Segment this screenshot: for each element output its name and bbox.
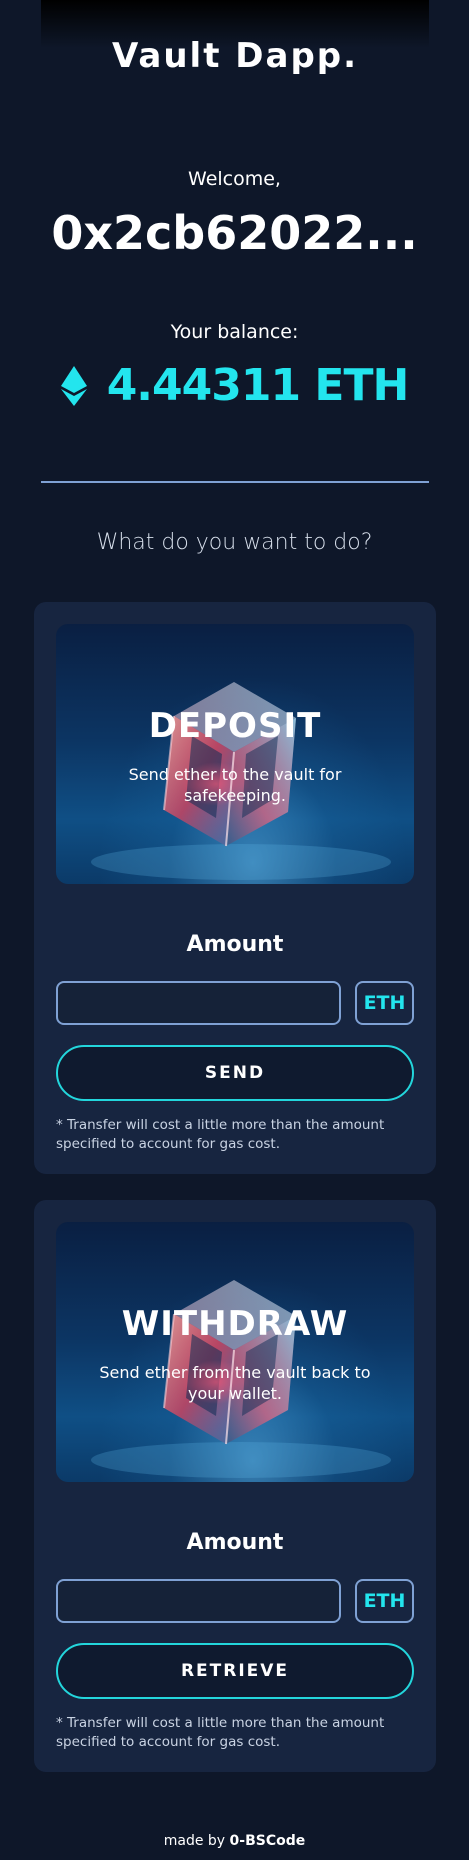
glass-cube-image xyxy=(91,1280,391,1478)
withdraw-card: WITHDRAW Send ether from the vault back … xyxy=(34,1200,436,1772)
page: Vault Dapp. Welcome, 0x2cb62022... Your … xyxy=(0,0,469,1860)
deposit-amount-input[interactable] xyxy=(56,981,341,1025)
withdraw-title: WITHDRAW xyxy=(121,1304,349,1344)
header: Vault Dapp. xyxy=(41,0,429,88)
retrieve-button[interactable]: RETRIEVE xyxy=(56,1643,414,1699)
footer: made by 0-BSCode xyxy=(0,1833,469,1849)
deposit-title: DEPOSIT xyxy=(148,706,322,746)
app-title: Vault Dapp. xyxy=(111,36,359,76)
deposit-unit-badge: ETH xyxy=(355,981,414,1025)
deposit-amount-label: Amount xyxy=(186,932,284,957)
glass-cube-image xyxy=(91,682,391,880)
author-link[interactable]: 0-BSCode xyxy=(230,1833,306,1849)
welcome-text: Welcome, xyxy=(188,168,281,190)
withdraw-subtitle: Send ether from the vault back to your w… xyxy=(99,1363,371,1403)
wallet-address: 0x2cb62022... xyxy=(51,206,418,260)
footer-prefix: made by xyxy=(163,1833,230,1849)
action-prompt: What do you want to do? xyxy=(96,530,373,555)
withdraw-gas-note: * Transfer will cost a little more than … xyxy=(56,1715,385,1750)
balance-amount: 4.44311 ETH xyxy=(106,360,410,411)
balance-display: 4.44311 ETH xyxy=(0,360,469,411)
deposit-card: DEPOSIT Send ether to the vault for safe… xyxy=(34,602,436,1174)
withdraw-unit-badge: ETH xyxy=(355,1579,414,1623)
withdraw-amount-input[interactable] xyxy=(56,1579,341,1623)
withdraw-hero-image: WITHDRAW Send ether from the vault back … xyxy=(56,1222,414,1482)
withdraw-amount-label: Amount xyxy=(186,1530,284,1555)
divider xyxy=(41,481,429,483)
balance-label: Your balance: xyxy=(170,321,299,343)
ethereum-icon xyxy=(60,365,87,406)
send-button[interactable]: SEND xyxy=(56,1045,414,1101)
deposit-hero-image: DEPOSIT Send ether to the vault for safe… xyxy=(56,624,414,884)
deposit-subtitle: Send ether to the vault for safekeeping. xyxy=(128,765,342,805)
deposit-gas-note: * Transfer will cost a little more than … xyxy=(56,1117,385,1152)
